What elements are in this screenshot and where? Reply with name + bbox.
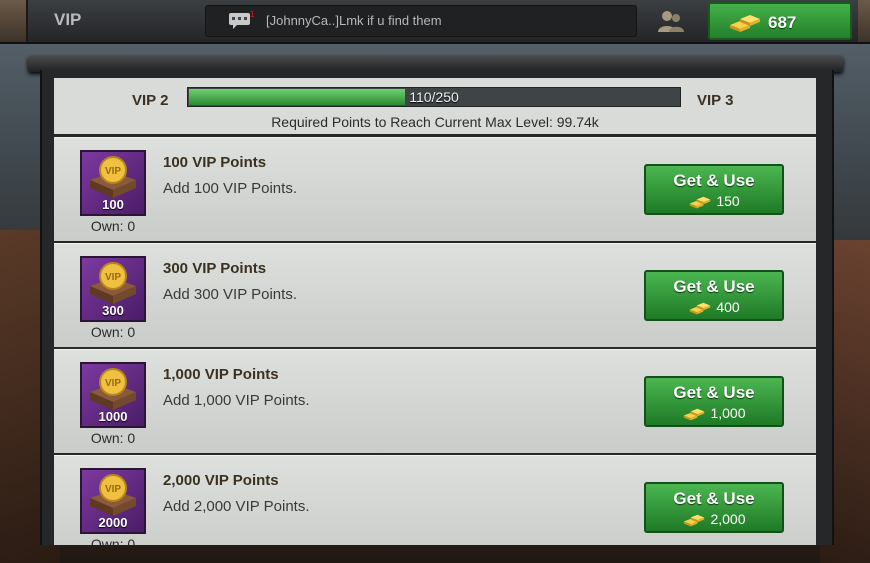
owned-count: Own: 0 <box>90 430 136 446</box>
owned-count: Own: 0 <box>90 536 136 545</box>
vip-coin-chest-icon: VIP <box>90 474 136 516</box>
vip-coin-chest-icon: VIP <box>90 368 136 410</box>
gold-bars-icon <box>684 408 705 421</box>
item-quantity-label: 1000 <box>98 409 128 424</box>
button-label: Get & Use <box>673 489 755 508</box>
friends-icon[interactable] <box>656 8 686 34</box>
item-title: 2,000 VIP Points <box>163 472 279 489</box>
next-vip-level: VIP 3 <box>697 92 734 109</box>
vip-coin-chest-icon: VIP <box>90 156 136 198</box>
list-item: VIP 1000 Own: 0 1,000 VIP Points Add 1,0… <box>54 349 816 453</box>
vip-progress-bar: 110/250 <box>187 87 681 107</box>
svg-text:VIP: VIP <box>105 378 121 389</box>
vip-chest-icon: VIP 1000 <box>80 362 146 428</box>
gold-cost: 1,000 <box>646 405 782 421</box>
vip-coin-chest-icon: VIP <box>90 262 136 304</box>
vip-item-list[interactable]: VIP 100 Own: 0 100 VIP Points Add 100 VI… <box>54 137 816 545</box>
required-points-text: Required Points to Reach Current Max Lev… <box>271 114 599 130</box>
svg-text:VIP: VIP <box>105 166 121 177</box>
top-bar-edge-left <box>0 0 28 42</box>
gold-cost: 2,000 <box>646 511 782 527</box>
item-title: 1,000 VIP Points <box>163 366 279 383</box>
get-and-use-button[interactable]: Get & Use 2,000 <box>644 482 784 533</box>
gold-bars-icon <box>684 514 705 527</box>
vip-progress-section: VIP 2 110/250 VIP 3 Required Points to R… <box>54 78 816 134</box>
chat-icon: 1 <box>229 10 254 29</box>
cost-amount: 2,000 <box>710 511 746 527</box>
page-title: VIP <box>54 10 82 29</box>
top-bar: VIP 1 [JohnnyCa..]Lmk if u find them 687 <box>0 0 870 44</box>
button-label: Get & Use <box>673 277 755 296</box>
svg-text:VIP: VIP <box>105 484 121 495</box>
cost-amount: 150 <box>716 193 740 209</box>
list-item: VIP 2000 Own: 0 2,000 VIP Points Add 2,0… <box>54 455 816 545</box>
gold-bars-icon <box>690 196 711 209</box>
cost-amount: 400 <box>716 299 740 315</box>
item-description: Add 100 VIP Points. <box>163 180 297 197</box>
item-title: 300 VIP Points <box>163 260 267 277</box>
item-title: 100 VIP Points <box>163 154 267 171</box>
item-quantity-label: 300 <box>102 303 124 318</box>
item-description: Add 2,000 VIP Points. <box>163 498 310 515</box>
chat-badge: 1 <box>250 10 254 19</box>
top-bar-edge-right <box>858 0 870 42</box>
get-and-use-button[interactable]: Get & Use 400 <box>644 270 784 321</box>
button-label: Get & Use <box>673 171 755 190</box>
current-vip-level: VIP 2 <box>132 92 169 109</box>
gold-balance-button[interactable]: 687 <box>708 2 852 40</box>
gold-amount: 687 <box>768 13 797 32</box>
list-item: VIP 300 Own: 0 300 VIP Points Add 300 VI… <box>54 243 816 347</box>
vip-progress-text: 110/250 <box>409 89 459 105</box>
item-description: Add 1,000 VIP Points. <box>163 392 310 409</box>
vip-chest-icon: VIP 2000 <box>80 468 146 534</box>
item-quantity-label: 2000 <box>98 515 128 530</box>
button-label: Get & Use <box>673 383 755 402</box>
vip-chest-icon: VIP 100 <box>80 150 146 216</box>
list-item: VIP 100 Own: 0 100 VIP Points Add 100 VI… <box>54 137 816 241</box>
gold-cost: 150 <box>646 193 782 209</box>
get-and-use-button[interactable]: Get & Use 150 <box>644 164 784 215</box>
chat-message: [JohnnyCa..]Lmk if u find them <box>266 13 442 28</box>
owned-count: Own: 0 <box>90 218 136 234</box>
gold-bars-icon <box>730 15 760 32</box>
gold-cost: 400 <box>646 299 782 315</box>
item-description: Add 300 VIP Points. <box>163 286 297 303</box>
gold-bars-icon <box>690 302 711 315</box>
cost-amount: 1,000 <box>710 405 746 421</box>
item-quantity-label: 100 <box>102 197 124 212</box>
owned-count: Own: 0 <box>90 324 136 340</box>
svg-text:VIP: VIP <box>105 272 121 283</box>
get-and-use-button[interactable]: Get & Use 1,000 <box>644 376 784 427</box>
vip-chest-icon: VIP 300 <box>80 256 146 322</box>
chat-preview[interactable]: 1 [JohnnyCa..]Lmk if u find them <box>205 5 637 37</box>
